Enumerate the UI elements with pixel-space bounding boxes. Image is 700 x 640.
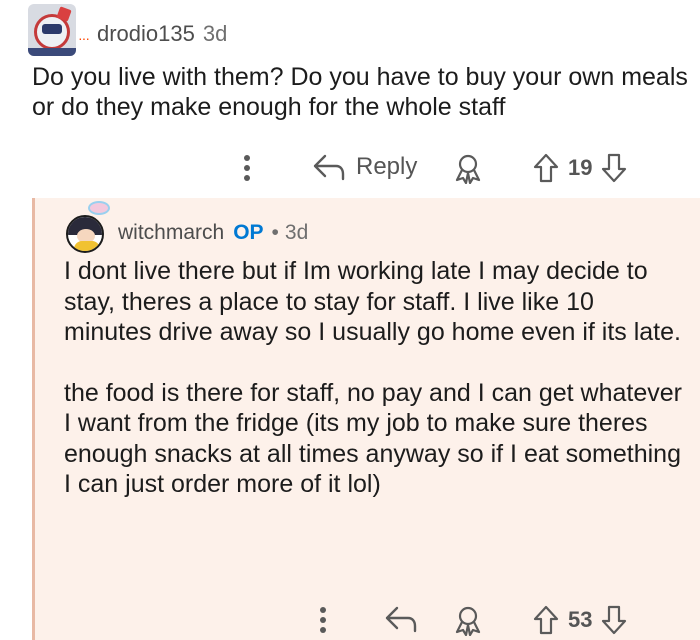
downvote-arrow-icon[interactable]	[600, 604, 628, 636]
user-avatar[interactable]	[28, 4, 76, 56]
reply-arrow-icon	[313, 154, 345, 181]
avatar-hat-icon	[88, 201, 110, 215]
avatar-shirt	[74, 241, 100, 251]
reply-header: witchmarch OP • 3d	[64, 196, 308, 260]
more-options-button[interactable]	[240, 152, 254, 184]
avatar-base	[28, 48, 76, 56]
vertical-dots-icon	[320, 607, 326, 633]
award-button[interactable]	[452, 152, 484, 184]
vote-control: 53	[532, 604, 628, 636]
online-dots-icon: ···	[78, 30, 90, 46]
vote-control: 19	[532, 152, 628, 184]
comment-action-bar: Reply 19	[0, 146, 700, 190]
reply-age: 3d	[284, 221, 309, 244]
reply-user-avatar[interactable]	[64, 201, 110, 255]
reply-body: I dont live there but if Im working late…	[64, 256, 684, 500]
award-icon	[455, 606, 481, 636]
vertical-dots-icon	[244, 155, 250, 181]
vote-score: 53	[568, 607, 593, 632]
reply-username[interactable]: witchmarch	[118, 221, 224, 245]
vote-score: 19	[568, 155, 593, 180]
avatar-face	[66, 215, 104, 253]
downvote-arrow-icon[interactable]	[600, 152, 628, 184]
more-options-button[interactable]	[316, 604, 330, 636]
avatar-robot-visor	[42, 24, 62, 34]
award-button[interactable]	[452, 604, 484, 636]
comment-age: 3d	[202, 21, 228, 46]
reply-paragraph: I dont live there but if Im working late…	[64, 257, 681, 346]
reply-paragraph: the food is there for staff, no pay and …	[64, 378, 682, 499]
reply-button[interactable]: Reply	[312, 152, 417, 182]
comment-username[interactable]: drodio135	[97, 21, 195, 47]
reply-arrow-icon	[385, 606, 417, 633]
comment-header: ··· drodio135 3d	[28, 2, 227, 58]
award-icon	[455, 154, 481, 184]
op-badge: OP	[233, 221, 264, 244]
upvote-arrow-icon[interactable]	[532, 152, 560, 184]
reply-action-bar: 53	[0, 598, 700, 640]
upvote-arrow-icon[interactable]	[532, 604, 560, 636]
comment-body: Do you live with them? Do you have to bu…	[32, 63, 688, 121]
reply-label: Reply	[356, 153, 418, 180]
header-separator: •	[271, 221, 279, 244]
reply-button[interactable]	[384, 604, 418, 634]
